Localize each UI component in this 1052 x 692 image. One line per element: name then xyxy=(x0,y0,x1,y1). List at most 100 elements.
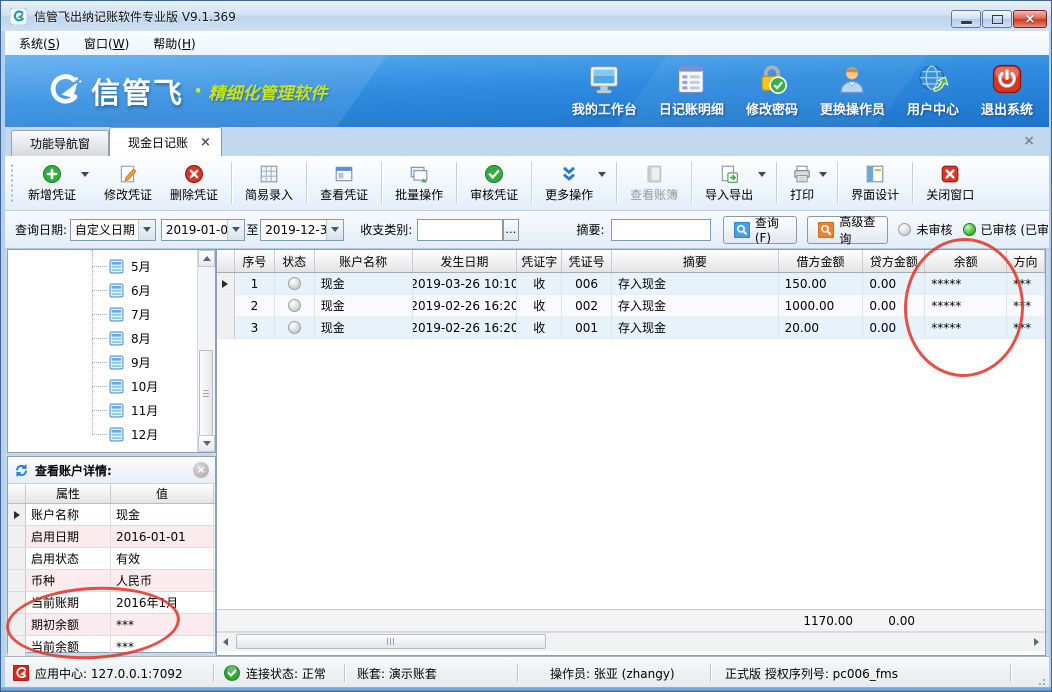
tab-nav-window[interactable]: 功能导航窗 xyxy=(11,130,109,156)
toolbar-ui-design-button[interactable]: 界面设计 xyxy=(842,161,908,206)
column-header-4[interactable]: 发生日期 xyxy=(413,250,518,272)
journal-detail-icon xyxy=(675,63,707,95)
tree-item-12月[interactable]: 12月 xyxy=(8,422,198,446)
row-marker-cell xyxy=(8,504,26,525)
property-row[interactable]: 启用日期2016-01-01 xyxy=(8,526,215,548)
banner-action-change-password[interactable]: 修改密码 xyxy=(746,63,798,118)
tree-item-8月[interactable]: 8月 xyxy=(8,326,198,350)
refresh-icon[interactable] xyxy=(14,463,29,478)
restore-button[interactable] xyxy=(982,10,1012,28)
table-row[interactable]: 1现金2019-03-26 10:10收006存入现金150.000.00***… xyxy=(217,273,1045,295)
summary-input[interactable] xyxy=(611,219,711,241)
toolbar-more-ops-button[interactable]: 更多操作 xyxy=(536,161,602,206)
scroll-left-button[interactable] xyxy=(217,633,234,650)
menu-item-w[interactable]: 窗口(W) xyxy=(74,32,139,55)
search-icon xyxy=(734,222,750,238)
tree-scrollbar-thumb[interactable] xyxy=(199,350,213,438)
toolbar-simple-entry-button[interactable]: 简易录入 xyxy=(236,161,302,206)
scroll-up-button[interactable] xyxy=(198,250,215,267)
column-header-10[interactable]: 余额 xyxy=(925,250,1007,272)
chevron-down-icon[interactable] xyxy=(598,172,606,177)
date-to-select[interactable]: 2019-12-31 xyxy=(260,219,344,241)
column-header-2[interactable]: 状态 xyxy=(275,250,315,272)
toolbar-view-voucher-button[interactable]: 查看凭证 xyxy=(311,161,377,206)
column-header-9[interactable]: 贷方金额 xyxy=(863,250,925,272)
column-header-6[interactable]: 凭证号 xyxy=(562,250,612,272)
chevron-down-icon[interactable] xyxy=(81,172,89,177)
category-browse-button[interactable]: … xyxy=(503,219,519,241)
chevron-down-icon[interactable] xyxy=(326,220,343,240)
scroll-down-button[interactable] xyxy=(198,435,215,452)
property-row[interactable]: 币种人民币 xyxy=(8,570,215,592)
category-input[interactable] xyxy=(417,219,503,241)
banner-action-workbench[interactable]: 我的工作台 xyxy=(572,63,637,118)
resize-grip[interactable] xyxy=(1036,676,1046,686)
banner-action-exit-system[interactable]: 退出系统 xyxy=(981,63,1033,118)
tree-item-7月[interactable]: 7月 xyxy=(8,302,198,326)
minimize-button[interactable] xyxy=(951,10,981,28)
property-row[interactable]: 当前账期2016年1月 xyxy=(8,592,215,614)
property-row[interactable]: 期初余额*** xyxy=(8,614,215,636)
toolbar-grip-handle[interactable] xyxy=(10,163,15,203)
menu-item-h[interactable]: 帮助(H) xyxy=(143,32,205,55)
property-row[interactable]: 启用状态有效 xyxy=(8,548,215,570)
toolbar-batch-ops-button[interactable]: 批量操作 xyxy=(386,161,452,206)
cell-status xyxy=(275,317,315,339)
banner-action-journal-detail[interactable]: 日记账明细 xyxy=(659,63,724,118)
toolbar-close-window-button[interactable]: 关闭窗口 xyxy=(917,161,983,206)
cell-credit: 0.00 xyxy=(863,295,925,317)
toolbar-audit-voucher-button[interactable]: 审核凭证 xyxy=(461,161,527,206)
tab-cash-journal[interactable]: 现金日记账× xyxy=(109,127,222,156)
connection-text: 连接状态: 正常 xyxy=(246,665,326,682)
table-row[interactable]: 2现金2019-02-26 16:20收002存入现金1000.000.00**… xyxy=(217,295,1045,317)
date-mode-select[interactable]: 自定义日期 xyxy=(70,219,156,241)
column-header-1[interactable]: 序号 xyxy=(235,250,275,272)
toolbar-button-label: 打印 xyxy=(790,186,814,203)
date-from-select[interactable]: 2019-01-01 xyxy=(161,219,245,241)
triangle-right-icon xyxy=(1034,638,1039,646)
tree-item-9月[interactable]: 9月 xyxy=(8,350,198,374)
tab-close-icon[interactable]: × xyxy=(200,135,211,150)
table-hscrollbar[interactable] xyxy=(217,632,1045,651)
banner-action-switch-operator[interactable]: 更换操作员 xyxy=(820,63,885,118)
workbench-icon xyxy=(588,63,620,95)
toolbar-print-button[interactable]: 打印 xyxy=(781,161,823,206)
chevron-down-icon[interactable] xyxy=(819,172,827,177)
table-hscrollbar-thumb[interactable] xyxy=(236,634,546,649)
column-header-3[interactable]: 账户名称 xyxy=(315,250,413,272)
toolbar-edit-voucher-button[interactable]: 修改凭证 xyxy=(95,161,161,206)
connection-ok-icon xyxy=(224,665,240,681)
column-header-8[interactable]: 借方金额 xyxy=(779,250,864,272)
banner-action-user-center[interactable]: 用户中心 xyxy=(907,63,959,118)
tree-item-10月[interactable]: 10月 xyxy=(8,374,198,398)
query-button[interactable]: 查询(F) xyxy=(723,216,798,244)
status-sphere-icon xyxy=(288,299,301,312)
tree-item-11月[interactable]: 11月 xyxy=(8,398,198,422)
brand-slogan: 精细化管理软件 xyxy=(208,79,327,104)
account-panel-close-icon[interactable]: × xyxy=(193,462,209,478)
chevron-down-icon[interactable] xyxy=(227,220,244,240)
tree-item-6月[interactable]: 6月 xyxy=(8,278,198,302)
app-logo-icon xyxy=(10,8,27,25)
column-header-11[interactable]: 方向 xyxy=(1007,250,1045,272)
column-header-5[interactable]: 凭证字 xyxy=(517,250,562,272)
toolbar-import-export-button[interactable]: 导入导出 xyxy=(696,161,762,206)
tree-item-5月[interactable]: 5月 xyxy=(8,254,198,278)
toolbar-delete-voucher-button[interactable]: 删除凭证 xyxy=(161,161,227,206)
tree-scrollbar[interactable] xyxy=(197,250,215,452)
license-text: 正式版 授权序列号: pc006_fms xyxy=(725,665,898,682)
column-header-7[interactable]: 摘要 xyxy=(612,250,779,272)
table-row[interactable]: 3现金2019-02-26 16:20收001存入现金20.000.00****… xyxy=(217,317,1045,339)
property-row[interactable]: 当前余额*** xyxy=(8,636,215,658)
cell-date: 2019-02-26 16:20 xyxy=(413,295,518,317)
toolbar-add-voucher-button[interactable]: 新增凭证 xyxy=(19,161,85,206)
chevron-down-icon[interactable] xyxy=(138,220,155,240)
scroll-right-button[interactable] xyxy=(1028,633,1045,650)
menu-item-s[interactable]: 系统(S) xyxy=(9,32,70,55)
property-row[interactable]: 账户名称现金 xyxy=(8,504,215,526)
chevron-down-icon[interactable] xyxy=(758,172,766,177)
tabrow-close-icon[interactable]: × xyxy=(1023,133,1035,149)
close-button[interactable]: × xyxy=(1013,10,1047,28)
advanced-query-button[interactable]: 高级查询 xyxy=(807,216,888,244)
legend-label: 已审核 (已审 xyxy=(981,221,1050,238)
